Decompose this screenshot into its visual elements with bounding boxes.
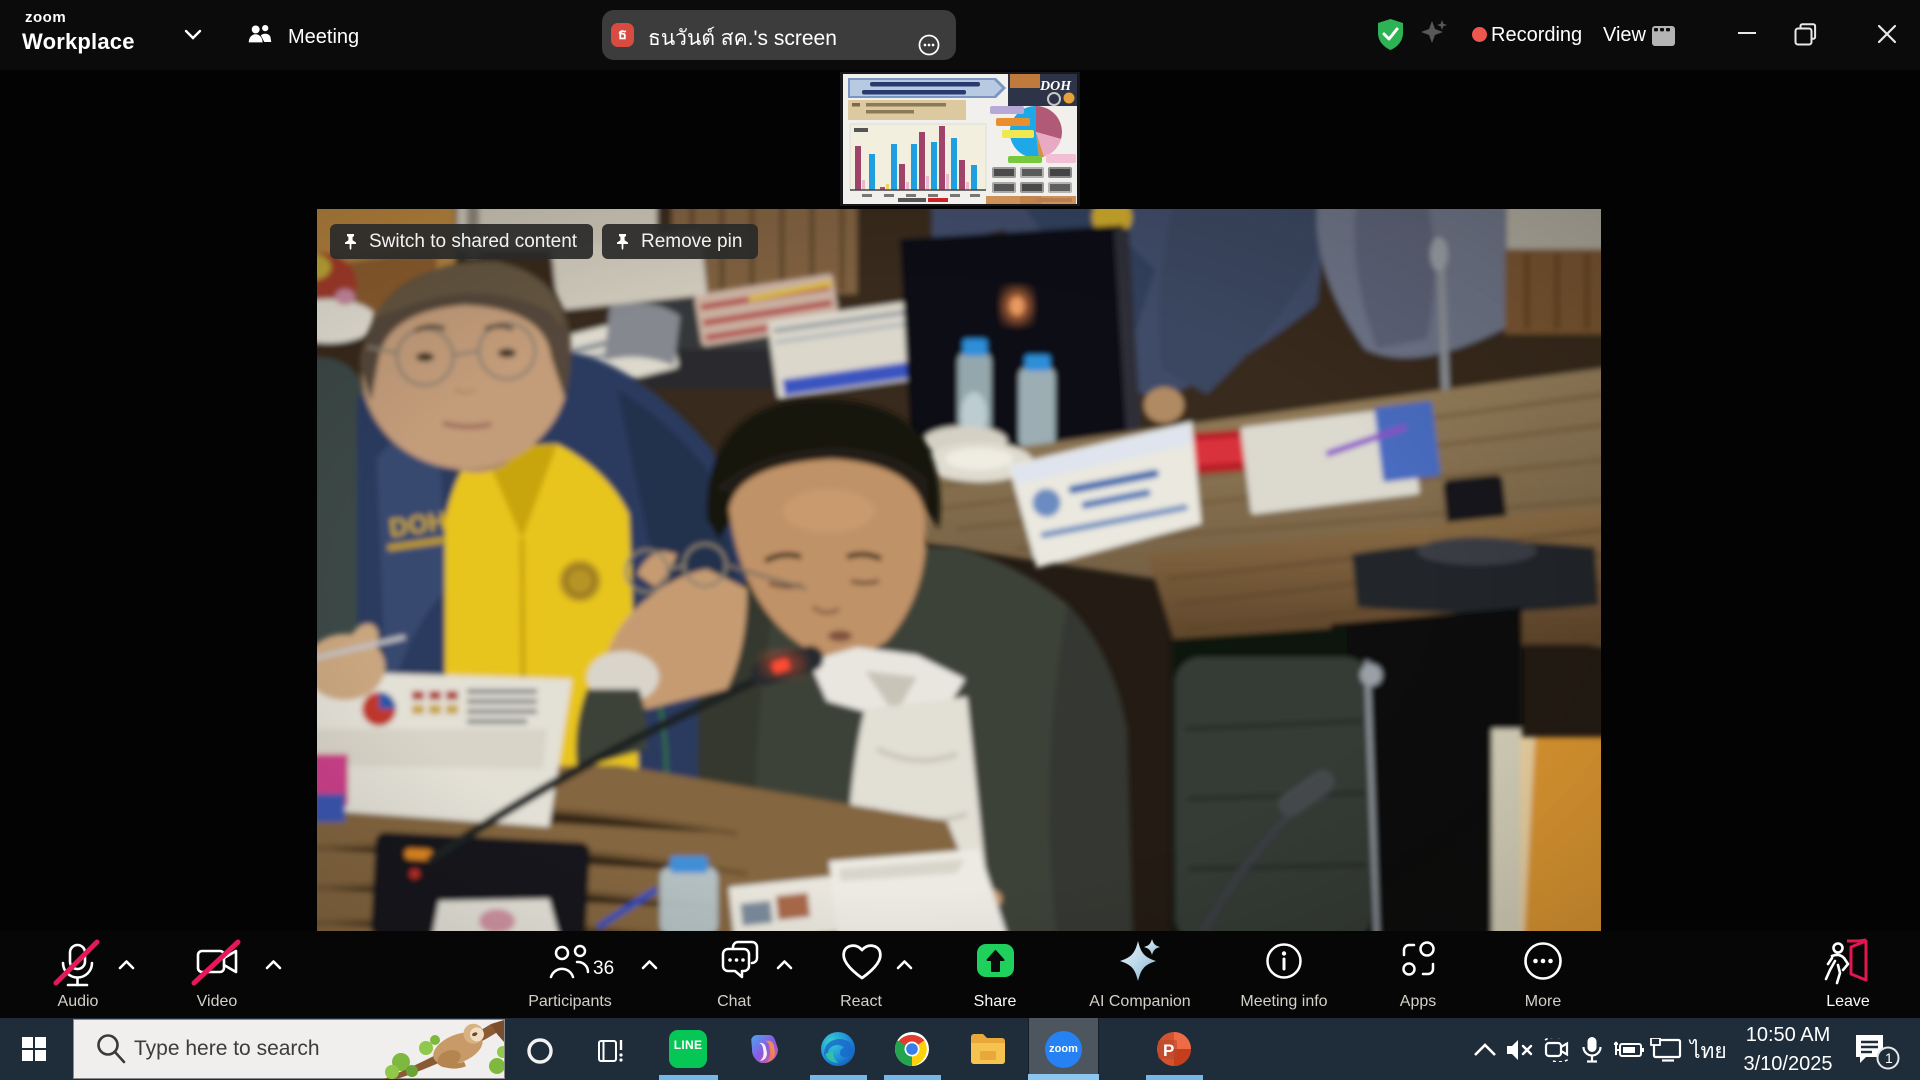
svg-text:1: 1 — [1885, 1050, 1893, 1066]
svg-text:DOH: DOH — [1039, 79, 1072, 94]
svg-text:P: P — [1163, 1041, 1174, 1060]
svg-text:36: 36 — [593, 958, 614, 979]
